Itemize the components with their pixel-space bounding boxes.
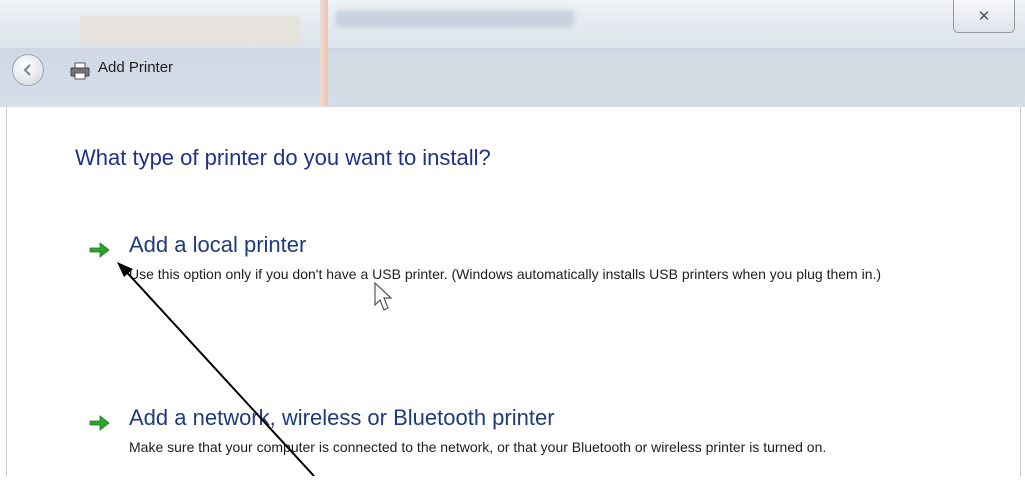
back-button[interactable] bbox=[12, 54, 44, 86]
green-arrow-icon bbox=[89, 242, 110, 258]
background-blur bbox=[330, 52, 1025, 102]
background-blur bbox=[335, 10, 575, 28]
option-description: Use this option only if you don't have a… bbox=[129, 266, 882, 282]
option-title[interactable]: Add a network, wireless or Bluetooth pri… bbox=[129, 405, 555, 431]
title-bar: ✕ Add Printer bbox=[0, 0, 1025, 107]
option-add-network-printer[interactable]: Add a network, wireless or Bluetooth pri… bbox=[89, 405, 1009, 481]
background-blur bbox=[320, 0, 328, 107]
option-add-local-printer[interactable]: Add a local printer Use this option only… bbox=[89, 232, 1009, 308]
page-heading: What type of printer do you want to inst… bbox=[75, 145, 491, 170]
printer-icon bbox=[70, 62, 90, 80]
wizard-content: What type of printer do you want to inst… bbox=[6, 107, 1021, 476]
option-description: Make sure that your computer is connecte… bbox=[129, 439, 827, 455]
window-title: Add Printer bbox=[98, 59, 174, 76]
close-icon: ✕ bbox=[977, 8, 991, 25]
close-button[interactable]: ✕ bbox=[953, 0, 1015, 33]
option-title[interactable]: Add a local printer bbox=[129, 232, 306, 258]
background-tab bbox=[80, 16, 300, 46]
green-arrow-icon bbox=[89, 415, 110, 431]
back-arrow-icon bbox=[23, 64, 31, 76]
